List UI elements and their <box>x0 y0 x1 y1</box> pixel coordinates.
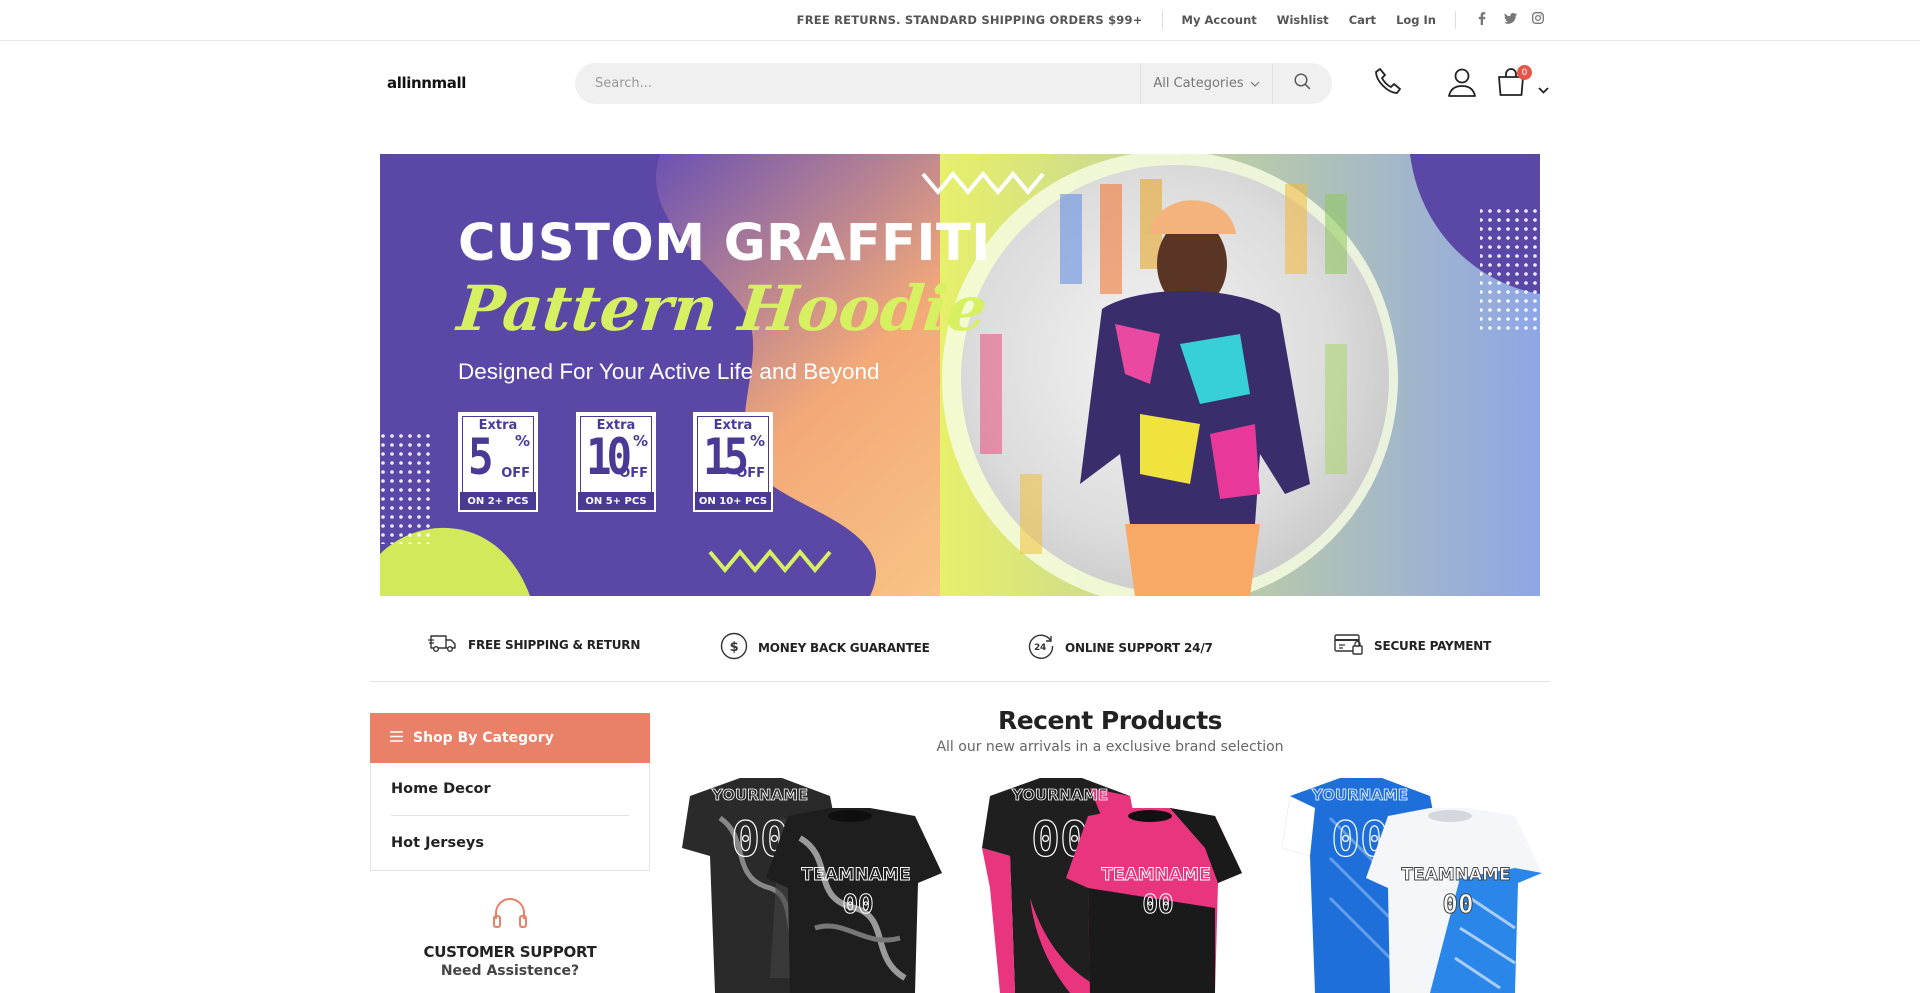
banner-script-title: Pattern Hoodie <box>454 272 991 345</box>
facebook-icon[interactable] <box>1475 11 1489 29</box>
coupon-5: Extra 5 % OFF ON 2+ PCS <box>458 412 538 512</box>
product-image: YOURNAME 00 TEAMNAME 00 <box>1282 778 1542 993</box>
search-bar: All Categories <box>575 63 1332 104</box>
coupon-off: OFF <box>619 466 648 481</box>
category-header[interactable]: Shop By Category <box>370 713 650 763</box>
product-team-print: TEAMNAME <box>1401 865 1510 885</box>
banner-title: CUSTOM GRAFFITI <box>458 214 991 273</box>
divider <box>1161 11 1163 29</box>
chevron-down-icon <box>1250 76 1260 91</box>
category-select-label: All Categories <box>1153 76 1244 91</box>
support-title: CUSTOMER SUPPORT <box>423 943 597 961</box>
feature-shipping: FREE SHIPPING & RETURN <box>428 632 640 657</box>
support-subtitle: Need Assistence? <box>440 963 580 979</box>
search-icon <box>1294 73 1311 94</box>
product-number-print: 00 <box>1442 890 1473 920</box>
feature-support: 24 ONLINE SUPPORT 24/7 <box>1027 632 1213 663</box>
svg-text:$: $ <box>730 640 739 655</box>
twitter-icon[interactable] <box>1503 12 1517 28</box>
coupon-pct: % <box>632 432 648 450</box>
product-name-print: YOURNAME <box>1011 786 1108 804</box>
coupon-pct: % <box>514 432 530 450</box>
recent-products-title: Recent Products <box>997 706 1223 735</box>
svg-text:24: 24 <box>1034 643 1046 653</box>
search-button[interactable] <box>1272 63 1332 104</box>
divider <box>1455 11 1456 29</box>
coupon-off: OFF <box>501 466 530 481</box>
support-24-icon: 24 <box>1027 632 1055 663</box>
product-name-print: YOURNAME <box>1311 786 1408 804</box>
coupon-note: ON 2+ PCS <box>460 492 536 510</box>
login-link[interactable]: Log In <box>1396 13 1436 27</box>
user-icon[interactable] <box>1446 66 1478 102</box>
feature-money-back: $ MONEY BACK GUARANTEE <box>720 632 930 663</box>
promo-text: FREE RETURNS. STANDARD SHIPPING ORDERS $… <box>796 13 1143 27</box>
phone-icon[interactable] <box>1372 66 1404 102</box>
hero-banner[interactable]: CUSTOM GRAFFITI Pattern Hoodie Designed … <box>380 154 1540 596</box>
product-image: YOURNAME 00 TEAMNAME 00 <box>682 778 942 993</box>
instagram-icon[interactable] <box>1531 12 1545 28</box>
header: allinnmall All Categories 0 <box>0 41 1920 151</box>
cart-link[interactable]: Cart <box>1349 13 1376 27</box>
coupon-off: OFF <box>736 466 765 481</box>
product-team-print: TEAMNAME <box>1101 865 1210 885</box>
product-card[interactable]: YOURNAME 00 TEAMNAME 00 <box>670 778 950 993</box>
headset-icon <box>491 898 529 935</box>
social-links <box>1475 11 1545 29</box>
banner-subtitle: Designed For Your Active Life and Beyond <box>458 359 880 384</box>
product-card[interactable]: YOURNAME 00 TEAMNAME 00 <box>970 778 1250 993</box>
coupon-note: ON 5+ PCS <box>578 492 654 510</box>
feature-label: SECURE PAYMENT <box>1374 638 1492 653</box>
coupon-15: Extra 15 % OFF ON 10+ PCS <box>693 412 773 512</box>
feature-strip: FREE SHIPPING & RETURN $ MONEY BACK GUAR… <box>370 622 1550 682</box>
my-account-link[interactable]: My Account <box>1182 13 1257 27</box>
site-logo[interactable]: allinnmall <box>387 74 466 92</box>
payment-icon <box>1334 632 1364 659</box>
coupon-pct: % <box>749 432 765 450</box>
product-name-print: YOURNAME <box>711 786 808 804</box>
product-number-print: 00 <box>1142 890 1173 920</box>
dollar-icon: $ <box>720 632 748 663</box>
cart-count-badge: 0 <box>1517 65 1532 80</box>
product-number-print: 00 <box>842 890 873 920</box>
search-input[interactable] <box>575 63 1140 104</box>
coupon-10: Extra 10 % OFF ON 5+ PCS <box>576 412 656 512</box>
truck-icon <box>428 632 458 657</box>
chevron-down-icon[interactable] <box>1538 79 1549 98</box>
coupon-note: ON 10+ PCS <box>695 492 771 510</box>
wishlist-link[interactable]: Wishlist <box>1277 13 1329 27</box>
feature-label: MONEY BACK GUARANTEE <box>758 640 930 655</box>
category-header-label: Shop By Category <box>413 730 554 746</box>
category-item-home-decor[interactable]: Home Decor <box>391 763 629 816</box>
coupon-value: 5 <box>468 428 494 486</box>
category-select[interactable]: All Categories <box>1140 63 1272 104</box>
category-box: Shop By Category Home Decor Hot Jerseys <box>370 713 650 871</box>
customer-support: CUSTOMER SUPPORT Need Assistence? <box>370 897 650 979</box>
feature-payment: SECURE PAYMENT <box>1334 632 1491 659</box>
menu-icon <box>390 730 403 746</box>
product-card[interactable]: YOURNAME 00 TEAMNAME 00 <box>1270 778 1550 993</box>
feature-label: ONLINE SUPPORT 24/7 <box>1065 640 1213 655</box>
product-team-print: TEAMNAME <box>801 865 910 885</box>
recent-products-subtitle: All our new arrivals in a exclusive bran… <box>936 739 1284 755</box>
product-image: YOURNAME 00 TEAMNAME 00 <box>982 778 1242 993</box>
top-bar: FREE RETURNS. STANDARD SHIPPING ORDERS $… <box>0 0 1920 41</box>
category-item-hot-jerseys[interactable]: Hot Jerseys <box>391 816 629 869</box>
feature-label: FREE SHIPPING & RETURN <box>468 637 641 652</box>
top-links: My Account Wishlist Cart Log In <box>1182 13 1436 27</box>
